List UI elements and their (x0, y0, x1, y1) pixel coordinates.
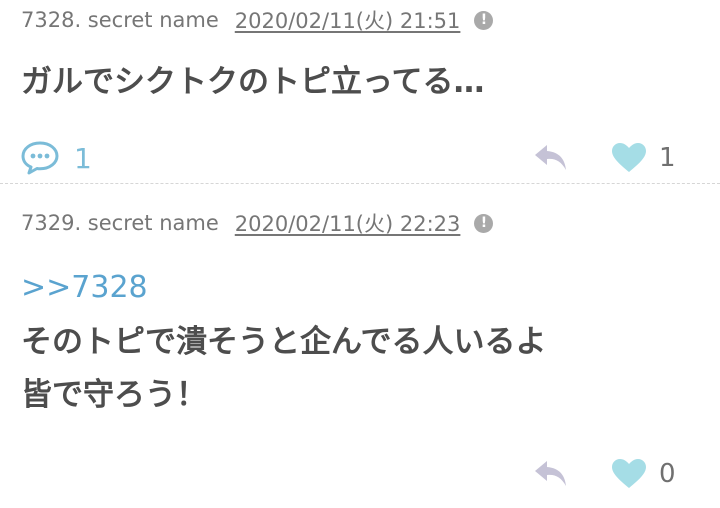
like-count: 1 (659, 143, 676, 173)
reply-arrow-icon[interactable] (533, 459, 569, 489)
comment-body-line: 皆で守ろう！ (21, 377, 207, 413)
like-button[interactable]: 1 (611, 138, 676, 178)
comment-body: そのトピで潰そうと企んでる人いるよ 皆で守ろう！ (21, 316, 546, 422)
comment-meta: 7329. secret name 2020/02/11(火) 22:23 ! (21, 208, 494, 238)
comment-7329: 7329. secret name 2020/02/11(火) 22:23 ! … (0, 184, 720, 508)
reply-count-button[interactable]: 1 (20, 138, 92, 178)
heart-icon (612, 143, 646, 172)
comment-body-line: そのトピで潰そうと企んでる人いるよ (21, 324, 547, 360)
comment-number-name: 7329. secret name (21, 211, 219, 235)
comment-7328: 7328. secret name 2020/02/11(火) 21:51 ! … (0, 0, 720, 183)
comment-body: ガルでシクトクのトピ立ってる… (21, 56, 484, 109)
like-button[interactable]: 0 (611, 454, 676, 494)
reply-count: 1 (74, 141, 92, 175)
reply-arrow-icon[interactable] (533, 143, 569, 173)
anchor-link[interactable]: >>7328 (21, 268, 148, 308)
report-icon[interactable]: ! (474, 10, 494, 30)
report-icon[interactable]: ! (474, 213, 494, 233)
comment-meta: 7328. secret name 2020/02/11(火) 21:51 ! (21, 5, 494, 35)
like-count: 0 (659, 459, 676, 489)
comment-number-name: 7328. secret name (21, 8, 219, 32)
comment-body-line: ガルでシクトクのトピ立ってる… (21, 64, 485, 100)
comment-date-link[interactable]: 2020/02/11(火) 22:23 (235, 208, 461, 238)
heart-icon (612, 459, 646, 488)
comment-date-link[interactable]: 2020/02/11(火) 21:51 (235, 5, 461, 35)
speech-bubble-icon (21, 141, 59, 175)
